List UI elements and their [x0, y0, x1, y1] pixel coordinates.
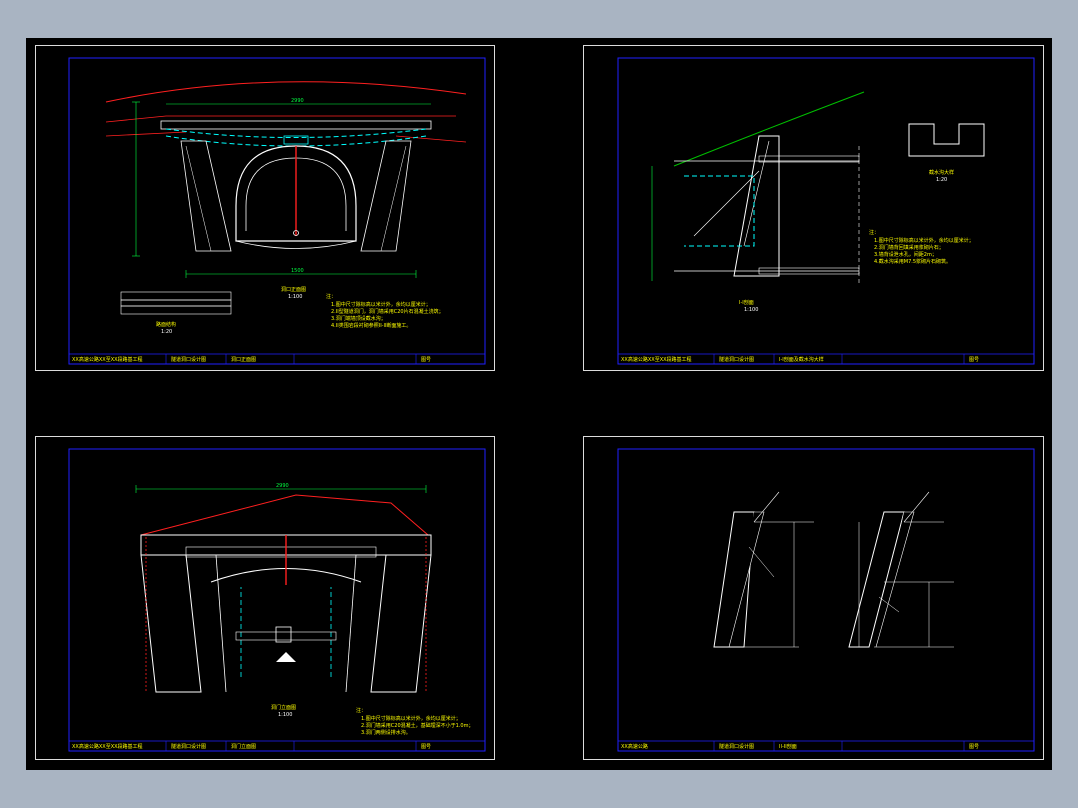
- tb-project: XX高速公路XX至XX段路基工程: [621, 356, 692, 363]
- tb-project: XX高速公路XX至XX段路基工程: [72, 743, 143, 750]
- drawing-canvas[interactable]: 1500 2990 洞口正面图 1:100 路面结构 1:20 注： 1.图中尺…: [26, 38, 1052, 770]
- note-1: 1.图中尺寸除标高以米计外，余均以厘米计；: [361, 715, 461, 722]
- section-title: 路面结构: [156, 321, 176, 328]
- title-block: XX高速公路XX至XX段路基工程 隧道洞口设计图 I-I剖面及截水沟大样 图号: [618, 353, 1034, 364]
- title-block: XX高速公路XX至XX段路基工程 隧道洞口设计图 洞口正面图 图号: [69, 353, 485, 364]
- dim-top: 2990: [291, 98, 304, 104]
- tb-number: 图号: [421, 357, 431, 363]
- tb-view: 洞门立面图: [231, 743, 256, 750]
- tb-view: II-II剖面: [779, 743, 797, 750]
- note-4: 4.II类围岩段衬砌参照II-II断面施工。: [331, 322, 411, 329]
- tb-number: 图号: [421, 744, 431, 750]
- tb-project: XX高速公路XX至XX段路基工程: [72, 356, 143, 363]
- note-2: 2.洞门墙背回填采用浆砌片石；: [874, 244, 944, 251]
- tb-drawing: 隧道洞口设计图: [719, 743, 754, 750]
- tb-drawing: 隧道洞口设计图: [719, 356, 754, 363]
- title-block: XX高速公路 隧道洞口设计图 II-II剖面 图号: [618, 740, 1034, 751]
- view-title: 洞口正面图: [281, 286, 306, 293]
- tb-number: 图号: [969, 744, 979, 750]
- notes-heading: 注：: [326, 293, 336, 300]
- note-3: 3.洞门端墙顶设截水沟；: [331, 315, 386, 322]
- section-title: I-I剖面: [739, 299, 754, 306]
- sheet-bottom-right[interactable]: XX高速公路 隧道洞口设计图 II-II剖面 图号: [583, 436, 1044, 760]
- notes-heading: 注：: [869, 229, 879, 236]
- sheet-top-right[interactable]: I-I剖面 1:100 截水沟大样 1:20 注： 1.图中尺寸除标高以米计外，…: [583, 45, 1044, 371]
- section-scale: 1:100: [744, 307, 758, 313]
- view-scale: 1:100: [288, 294, 302, 300]
- tb-drawing: 隧道洞口设计图: [171, 356, 206, 363]
- tb-view: 洞口正面图: [231, 356, 256, 363]
- sheet-top-left[interactable]: 1500 2990 洞口正面图 1:100 路面结构 1:20 注： 1.图中尺…: [35, 45, 495, 371]
- notes-heading: 注：: [356, 707, 366, 714]
- view-title: 洞门立面图: [271, 704, 296, 711]
- tb-number: 图号: [969, 357, 979, 363]
- detail-title: 截水沟大样: [929, 169, 954, 176]
- note-4: 4.截水沟采用M7.5浆砌片石砌筑。: [874, 258, 951, 265]
- tb-view: I-I剖面及截水沟大样: [779, 356, 824, 363]
- sheet-bottom-left[interactable]: 2990 洞门立面图 1:100 注： 1.图中尺寸除标高以米计外，余均以厘米计…: [35, 436, 495, 760]
- tb-project: XX高速公路: [621, 743, 648, 750]
- view-scale: 1:100: [278, 712, 292, 718]
- dim-top: 2990: [276, 483, 289, 489]
- note-3: 3.洞门两侧设排水沟。: [361, 729, 411, 736]
- title-block: XX高速公路XX至XX段路基工程 隧道洞口设计图 洞门立面图 图号: [69, 740, 485, 751]
- note-1: 1.图中尺寸除标高以米计外，余均以厘米计；: [874, 237, 974, 244]
- note-2: 2.II型隧道洞门，洞门墙采用C20片石混凝土浇筑；: [331, 308, 444, 315]
- section-scale: 1:20: [161, 329, 172, 335]
- note-3: 3.墙背设泄水孔，间距2m；: [874, 251, 937, 258]
- dim-bottom: 1500: [291, 268, 304, 274]
- note-1: 1.图中尺寸除标高以米计外，余均以厘米计；: [331, 301, 431, 308]
- note-2: 2.洞门墙采用C20混凝土，基础埋深不小于1.0m；: [361, 722, 473, 729]
- portal-front-drawing: 2990 洞门立面图 1:100 注： 1.图中尺寸除标高以米计外，余均以厘米计…: [68, 448, 486, 752]
- tunnel-portal-elevation-drawing: 1500 2990 洞口正面图 1:100 路面结构 1:20 注： 1.图中尺…: [68, 57, 486, 365]
- section-drawing: I-I剖面 1:100 截水沟大样 1:20 注： 1.图中尺寸除标高以米计外，…: [617, 57, 1035, 365]
- detail-scale: 1:20: [936, 177, 947, 183]
- tb-drawing: 隧道洞口设计图: [171, 743, 206, 750]
- wall-sections-drawing: XX高速公路 隧道洞口设计图 II-II剖面 图号: [617, 448, 1035, 752]
